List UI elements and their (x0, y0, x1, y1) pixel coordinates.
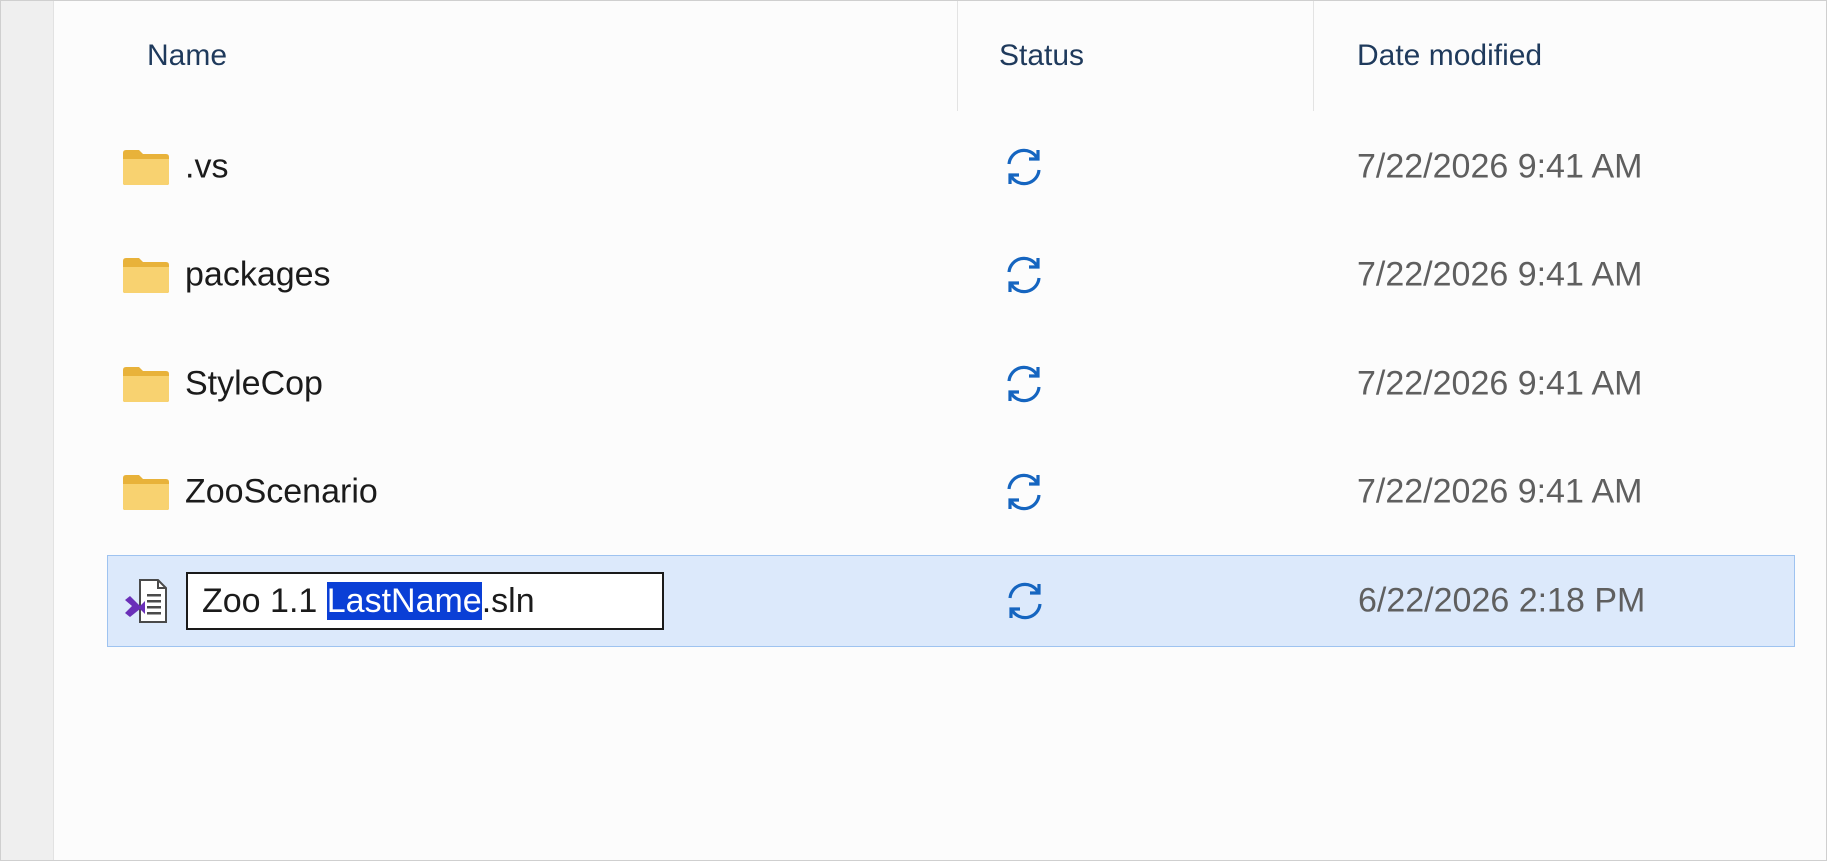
column-header-bar: Name Status Date modified (61, 1, 1821, 111)
column-separator[interactable] (1313, 1, 1314, 111)
date-modified: 7/22/2026 9:41 AM (1357, 364, 1643, 403)
file-name: ZooScenario (185, 472, 378, 511)
file-name: .vs (185, 147, 229, 186)
folder-icon (123, 150, 169, 185)
visual-studio-solution-icon (125, 579, 167, 623)
column-header-name[interactable]: Name (147, 39, 227, 73)
folder-icon (123, 258, 169, 293)
sync-icon (1007, 256, 1041, 294)
file-row-packages[interactable]: packages 7/22/2026 9:41 AM (107, 229, 1795, 321)
file-row-zooscenario[interactable]: ZooScenario 7/22/2026 9:41 AM (107, 446, 1795, 538)
column-header-status[interactable]: Status (999, 39, 1084, 73)
file-name: StyleCop (185, 364, 323, 403)
rename-prefix: Zoo 1.1 (202, 582, 327, 620)
rename-input[interactable]: Zoo 1.1 LastName.sln (186, 572, 664, 630)
sync-icon (1007, 365, 1041, 403)
file-list-pane: Name Status Date modified .vs 7/22/2026 … (0, 0, 1827, 861)
folder-icon (123, 475, 169, 510)
file-row-stylecop[interactable]: StyleCop 7/22/2026 9:41 AM (107, 338, 1795, 430)
sync-icon (1007, 148, 1041, 186)
navigation-edge (1, 1, 54, 860)
date-modified: 7/22/2026 9:41 AM (1357, 147, 1643, 186)
date-modified: 6/22/2026 2:18 PM (1358, 581, 1646, 620)
column-separator[interactable] (957, 1, 958, 111)
file-name: packages (185, 255, 331, 294)
rename-selected-text: LastName (326, 582, 482, 620)
sync-icon (1007, 473, 1041, 511)
column-header-date-modified[interactable]: Date modified (1357, 39, 1542, 73)
folder-icon (123, 367, 169, 402)
file-row-vs[interactable]: .vs 7/22/2026 9:41 AM (107, 121, 1795, 213)
date-modified: 7/22/2026 9:41 AM (1357, 472, 1643, 511)
rename-extension: .sln (481, 582, 535, 620)
file-row-zoo-sln[interactable]: Zoo 1.1 LastName.sln 6/22/2026 2:18 PM (107, 555, 1795, 647)
sync-icon (1008, 582, 1042, 620)
date-modified: 7/22/2026 9:41 AM (1357, 255, 1643, 294)
